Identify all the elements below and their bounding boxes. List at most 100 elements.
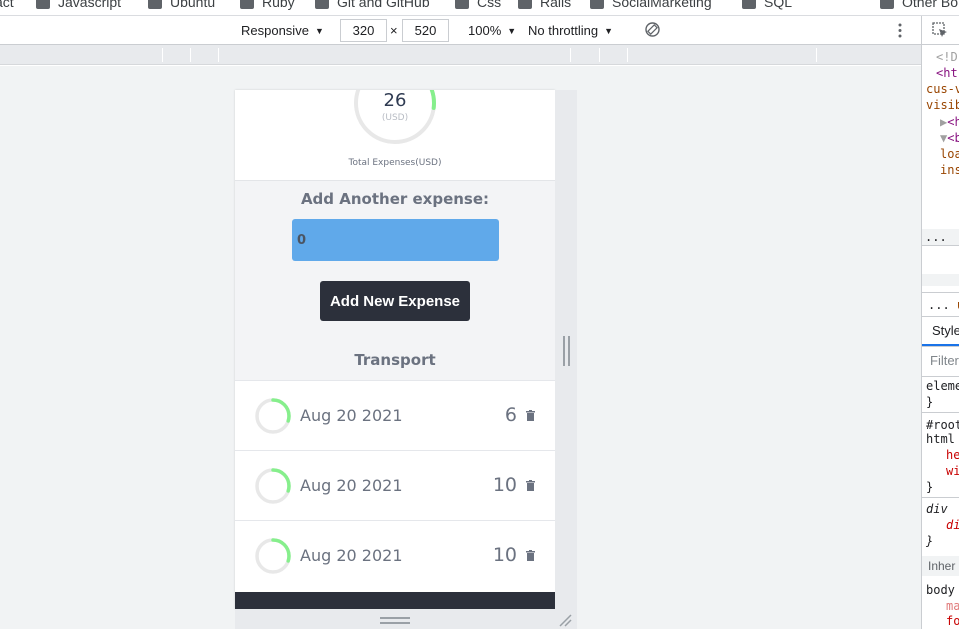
- code-html-tag[interactable]: <ht: [936, 65, 958, 81]
- bookmark-label: Rails: [540, 0, 572, 10]
- category-heading: Transport: [354, 351, 436, 369]
- code-attr-3: loa: [940, 147, 959, 161]
- trash-icon[interactable]: [526, 480, 535, 491]
- code-attr-1: cus-v: [926, 82, 959, 96]
- rule-body-selector: body: [926, 583, 955, 597]
- bookmark-6[interactable]: Rails: [518, 0, 571, 10]
- code-attr-4: ins: [940, 163, 959, 177]
- add-new-expense-button[interactable]: Add New Expense: [320, 281, 470, 321]
- bookmark-label: Javascript: [58, 0, 122, 10]
- bookmark-2[interactable]: Ubuntu: [148, 0, 215, 10]
- expense-amount: 6: [504, 404, 517, 426]
- footer-bar: [235, 592, 555, 609]
- bookmark-label: Ubuntu: [170, 0, 216, 10]
- rotate-icon[interactable]: [644, 21, 661, 38]
- expense-date: Aug 20 2021: [300, 406, 403, 425]
- rule-prop-width: wi: [946, 464, 959, 478]
- folder-icon: [590, 0, 604, 9]
- rule-prop-height: he: [946, 448, 959, 462]
- resize-handle-right[interactable]: [563, 336, 570, 366]
- add-expense-heading: Add Another expense:: [300, 190, 490, 208]
- device-toolbar: Responsive ▼ × 100% ▼ No throttling ▼: [0, 16, 921, 45]
- bookmark-0[interactable]: act: [0, 0, 14, 10]
- trash-icon[interactable]: [526, 550, 535, 561]
- inherited-header: Inher: [922, 556, 959, 576]
- rule-prop-margin: ma: [946, 599, 959, 613]
- folder-icon: [148, 0, 162, 9]
- tab-styles[interactable]: Style: [932, 323, 959, 338]
- total-expenses-unit: (USD): [381, 113, 409, 123]
- device-mode-select[interactable]: Responsive ▼: [241, 16, 324, 45]
- devtools-panel: <!D <ht cus-v visib ▶<h ▼<b loa ins ... …: [921, 16, 959, 629]
- dimension-separator: ×: [390, 23, 398, 38]
- folder-icon: [36, 0, 50, 9]
- bookmark-3[interactable]: Ruby: [240, 0, 295, 10]
- bookmark-label: SQL: [764, 0, 793, 10]
- code-body-tag[interactable]: ▼<b: [940, 130, 959, 146]
- bookmark-4[interactable]: Git and GitHub: [315, 0, 430, 10]
- folder-icon: [518, 0, 532, 9]
- expense-amount: 10: [492, 474, 517, 496]
- bookmark-1[interactable]: Javascript: [36, 0, 121, 10]
- bookmarks-bar: act Javascript Ubuntu Ruby Git and GitHub Css…: [0, 0, 959, 16]
- bookmark-label: Git and GitHub: [337, 0, 430, 10]
- inspect-element-icon[interactable]: [932, 22, 948, 38]
- rule-prop-font: fo: [946, 614, 959, 628]
- caret-down-icon: ▼: [604, 25, 614, 36]
- expense-row: Aug 20 2021 10: [235, 520, 555, 590]
- bookmark-label: SocialMarketing: [612, 0, 712, 10]
- code-head-tag[interactable]: ▶<h: [940, 114, 959, 130]
- breadcrumb-ellipsis[interactable]: ...: [925, 229, 947, 245]
- horizontal-scrollbar[interactable]: [922, 274, 959, 286]
- rule-html-selector: html: [926, 432, 955, 446]
- code-attr-2: visib: [926, 98, 959, 112]
- folder-icon: [742, 0, 756, 9]
- expense-progress-ring: [255, 398, 291, 434]
- more-options-icon[interactable]: [895, 22, 905, 39]
- bookmark-label: Css: [477, 0, 502, 10]
- more-tabs-ellipsis[interactable]: ... u: [928, 297, 959, 313]
- rule-div-selector: div: [926, 502, 948, 516]
- resize-corner-icon[interactable]: [558, 613, 572, 627]
- folder-icon: [880, 0, 894, 9]
- trash-icon[interactable]: [526, 410, 535, 421]
- folder-icon: [455, 0, 469, 9]
- total-expenses-value: 26: [383, 90, 407, 111]
- expense-date: Aug 20 2021: [300, 546, 403, 565]
- expense-amount-input[interactable]: [292, 219, 499, 261]
- expense-progress-ring: [255, 468, 291, 504]
- rule-prop-display: di: [946, 518, 959, 532]
- expense-progress-ring: [255, 538, 291, 574]
- viewport-width-input[interactable]: [340, 19, 387, 42]
- expense-row: Aug 20 2021 10: [235, 450, 555, 520]
- folder-icon: [240, 0, 254, 9]
- bookmark-7[interactable]: SocialMarketing: [590, 0, 712, 10]
- expense-date: Aug 20 2021: [300, 476, 403, 495]
- bookmark-5[interactable]: Css: [455, 0, 501, 10]
- emulated-device-viewport: 26 (USD) Total Expenses(USD) Add Another…: [235, 90, 555, 609]
- code-doctype[interactable]: <!D: [936, 49, 958, 65]
- caret-down-icon: ▼: [507, 25, 517, 36]
- expense-list: Aug 20 2021 6 Aug 20 2021 10 Aug 20 2021…: [235, 380, 555, 590]
- resize-handle-bottom[interactable]: [380, 617, 410, 624]
- device-mode-label: Responsive: [241, 23, 309, 38]
- rule-close: }: [926, 480, 934, 494]
- total-expenses-label: Total Expenses(USD): [348, 158, 442, 168]
- styles-filter-input[interactable]: Filter: [930, 353, 959, 368]
- media-query-ruler[interactable]: [0, 45, 921, 65]
- expense-row: Aug 20 2021 6: [235, 380, 555, 450]
- expense-amount: 10: [492, 544, 517, 566]
- zoom-select[interactable]: 100% ▼: [468, 16, 516, 45]
- add-expense-section: Add Another expense: Add New Expense Tra…: [235, 181, 555, 381]
- bookmark-label: act: [0, 0, 14, 10]
- total-summary: 26 (USD) Total Expenses(USD): [235, 90, 555, 181]
- devtools-toolbar: [922, 16, 959, 45]
- viewport-height-input[interactable]: [402, 19, 449, 42]
- bookmark-label: Other Bo: [902, 0, 959, 10]
- bookmark-8[interactable]: SQL: [742, 0, 792, 10]
- folder-icon: [315, 0, 329, 9]
- caret-down-icon: ▼: [314, 25, 324, 36]
- throttling-select[interactable]: No throttling ▼: [528, 16, 613, 45]
- bookmark-label: Ruby: [262, 0, 295, 10]
- bookmark-9[interactable]: Other Bo: [880, 0, 958, 10]
